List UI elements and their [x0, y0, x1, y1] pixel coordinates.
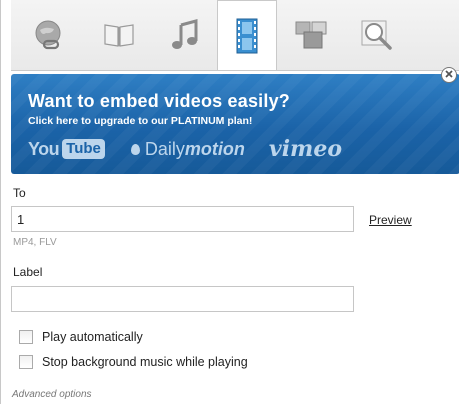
supported-formats-hint: MP4, FLV: [13, 237, 57, 248]
preview-link[interactable]: Preview: [369, 213, 412, 227]
close-banner-button[interactable]: [441, 67, 457, 83]
film-icon: [236, 18, 258, 54]
play-automatically-checkbox[interactable]: [19, 330, 33, 344]
advanced-options-link[interactable]: Advanced options: [12, 389, 92, 400]
youtube-logo-tube: Tube: [62, 139, 105, 159]
dailymotion-logo-motion: motion: [184, 138, 245, 159]
to-label: To: [13, 186, 26, 200]
banner-subtitle: Click here to upgrade to our PLATINUM pl…: [28, 115, 253, 127]
play-automatically-option[interactable]: Play automatically: [19, 330, 143, 344]
globe-link-icon: [32, 18, 66, 52]
play-automatically-label: Play automatically: [42, 330, 143, 344]
label-input[interactable]: [11, 286, 354, 312]
gallery-icon: [294, 20, 328, 50]
vimeo-logo: vimeo: [268, 136, 342, 162]
video-brands-row: You Tube Daily motion vimeo: [28, 134, 342, 164]
tab-link[interactable]: [19, 6, 79, 64]
tab-video[interactable]: [217, 0, 277, 70]
stop-music-checkbox[interactable]: [19, 355, 33, 369]
stop-music-label: Stop background music while playing: [42, 355, 248, 369]
upgrade-banner[interactable]: Want to embed videos easily? Click here …: [11, 74, 459, 174]
dailymotion-logo: Daily motion: [130, 138, 245, 160]
link-editor-panel: Want to embed videos easily? Click here …: [0, 0, 459, 404]
magnifier-icon: [360, 19, 394, 51]
music-note-icon: [170, 19, 200, 51]
label-label: Label: [13, 265, 43, 279]
tab-gallery[interactable]: [281, 6, 341, 64]
tab-search[interactable]: [347, 6, 407, 64]
dailymotion-logo-daily: Daily: [144, 138, 185, 159]
tab-audio[interactable]: [155, 6, 215, 64]
tab-bar: [11, 0, 459, 71]
youtube-logo-you: You: [28, 138, 60, 159]
dailymotion-drop-icon: [130, 143, 140, 155]
to-input[interactable]: [11, 206, 354, 232]
tab-page[interactable]: [89, 6, 149, 64]
book-icon: [102, 21, 136, 49]
close-icon: [444, 66, 454, 84]
stop-music-option[interactable]: Stop background music while playing: [19, 355, 248, 369]
banner-title: Want to embed videos easily?: [28, 91, 290, 111]
